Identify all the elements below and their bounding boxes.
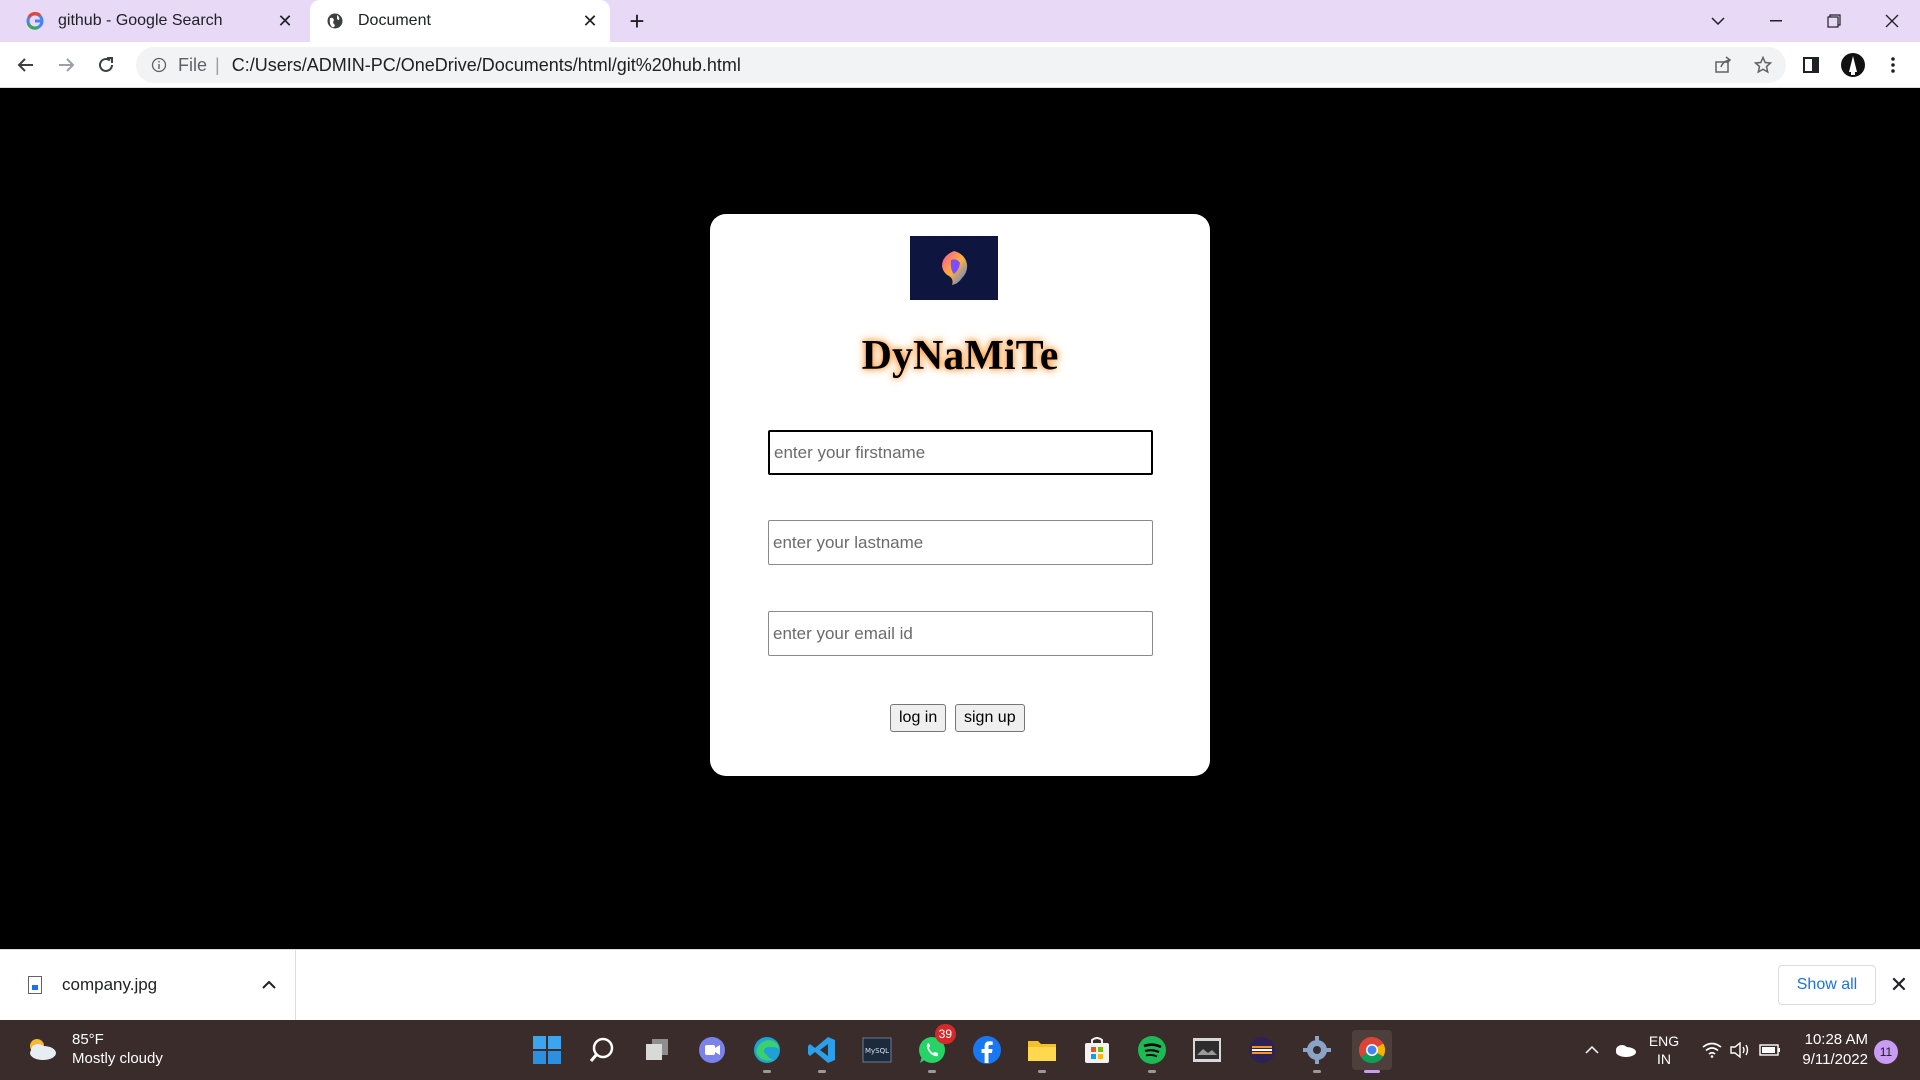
language-indicator[interactable]: ENG IN	[1644, 1020, 1684, 1080]
bookmark-star-icon[interactable]	[1748, 50, 1778, 80]
running-indicator	[928, 1070, 936, 1073]
address-bar[interactable]: File | C:/Users/ADMIN-PC/OneDrive/Docume…	[136, 47, 1786, 83]
download-item[interactable]: company.jpg	[0, 950, 296, 1020]
running-indicator	[1313, 1070, 1321, 1073]
onedrive-cloud-icon[interactable]	[1610, 1020, 1640, 1080]
photo-app-icon[interactable]	[1187, 1030, 1227, 1070]
running-indicator	[1364, 1070, 1380, 1073]
system-clock[interactable]: 10:28 AM 9/11/2022	[1792, 1030, 1868, 1070]
tab-close-icon[interactable]: ✕	[576, 7, 604, 35]
tab-strip: github - Google Search ✕ Document ✕ +	[0, 0, 1920, 42]
chrome-icon[interactable]	[1352, 1030, 1392, 1073]
tab-google-search[interactable]: github - Google Search ✕	[10, 0, 305, 42]
brand-title: DyNaMiTe	[861, 333, 1059, 379]
close-shelf-icon[interactable]: ✕	[1884, 970, 1914, 1000]
side-panel-icon[interactable]	[1796, 50, 1826, 80]
running-indicator	[1148, 1070, 1156, 1073]
notification-badge: 39	[934, 1024, 956, 1044]
back-arrow-icon[interactable]	[10, 49, 42, 81]
signup-button[interactable]: sign up	[955, 704, 1025, 732]
tab-document[interactable]: Document ✕	[310, 0, 610, 42]
info-icon[interactable]	[150, 56, 168, 74]
edge-icon[interactable]	[747, 1030, 787, 1073]
login-button[interactable]: log in	[890, 704, 947, 732]
svg-text:MySQL: MySQL	[865, 1047, 889, 1055]
page-viewport: DyNaMiTe log in sign up	[0, 89, 1920, 949]
new-tab-button[interactable]: +	[622, 6, 652, 36]
chevron-up-icon[interactable]	[257, 973, 281, 997]
show-hidden-icons-chevron-icon[interactable]	[1580, 1020, 1604, 1080]
reload-icon[interactable]	[90, 49, 122, 81]
show-all-button[interactable]: Show all	[1778, 965, 1876, 1005]
signup-card: DyNaMiTe log in sign up	[710, 214, 1210, 776]
start-icon[interactable]	[527, 1030, 567, 1070]
eclipse-icon[interactable]	[1242, 1030, 1282, 1070]
language-code: ENG	[1648, 1033, 1680, 1049]
weather-widget[interactable]: 85°F Mostly cloudy	[24, 1030, 163, 1068]
partly-cloudy-icon	[30, 1039, 56, 1060]
firstname-input[interactable]	[768, 430, 1153, 475]
windows-taskbar: 85°F Mostly cloudy MySQL 39 ENG IN 10:28…	[0, 1020, 1920, 1080]
google-icon	[26, 12, 44, 30]
tab-title: github - Google Search	[58, 12, 223, 29]
running-indicator	[763, 1070, 771, 1073]
download-file-name: company.jpg	[62, 975, 158, 994]
file-explorer-icon[interactable]	[1022, 1030, 1062, 1073]
running-indicator	[1038, 1070, 1046, 1073]
download-shelf: company.jpg Show all ✕	[0, 949, 1920, 1020]
more-menu-icon[interactable]	[1878, 50, 1908, 80]
scheme-label: File	[178, 54, 208, 75]
spotify-icon[interactable]	[1132, 1030, 1172, 1073]
vscode-icon[interactable]	[802, 1030, 842, 1073]
minimize-button[interactable]	[1748, 0, 1804, 42]
clock-time: 10:28 AM	[1804, 1031, 1868, 1048]
restore-button[interactable]	[1806, 0, 1862, 42]
settings-gear-icon[interactable]	[1297, 1030, 1337, 1073]
wifi-icon[interactable]	[1700, 1020, 1724, 1080]
facebook-icon[interactable]	[967, 1030, 1007, 1070]
divider: |	[215, 54, 220, 75]
whatsapp-icon[interactable]: 39	[912, 1024, 956, 1073]
browser-toolbar: File | C:/Users/ADMIN-PC/OneDrive/Docume…	[0, 42, 1920, 88]
tab-close-icon[interactable]: ✕	[271, 7, 299, 35]
globe-icon	[326, 12, 344, 30]
share-icon[interactable]	[1708, 50, 1738, 80]
weather-condition: Mostly cloudy	[72, 1050, 163, 1067]
image-file-icon	[28, 976, 42, 994]
close-window-button[interactable]	[1864, 0, 1920, 42]
lastname-input[interactable]	[768, 520, 1153, 565]
tab-title: Document	[358, 12, 431, 29]
teams-chat-icon[interactable]	[692, 1030, 732, 1070]
region-code: IN	[1657, 1051, 1671, 1067]
tab-search-chevron-icon[interactable]	[1690, 0, 1746, 42]
clock-date: 9/11/2022	[1802, 1051, 1868, 1068]
battery-icon[interactable]	[1758, 1020, 1782, 1080]
url-text: C:/Users/ADMIN-PC/OneDrive/Documents/htm…	[231, 54, 741, 75]
running-indicator	[818, 1070, 826, 1073]
profile-avatar[interactable]	[1838, 50, 1868, 80]
task-view-icon[interactable]	[637, 1030, 677, 1070]
search-icon[interactable]	[582, 1030, 622, 1070]
notification-count-badge[interactable]: 11	[1874, 1040, 1898, 1064]
volume-icon[interactable]	[1728, 1020, 1752, 1080]
microsoft-store-icon[interactable]	[1077, 1030, 1117, 1070]
lion-logo	[910, 236, 998, 300]
mysql-workbench-icon[interactable]: MySQL	[857, 1030, 897, 1070]
weather-temperature: 85°F	[72, 1031, 104, 1048]
forward-arrow-icon[interactable]	[50, 49, 82, 81]
email-input[interactable]	[768, 611, 1153, 656]
